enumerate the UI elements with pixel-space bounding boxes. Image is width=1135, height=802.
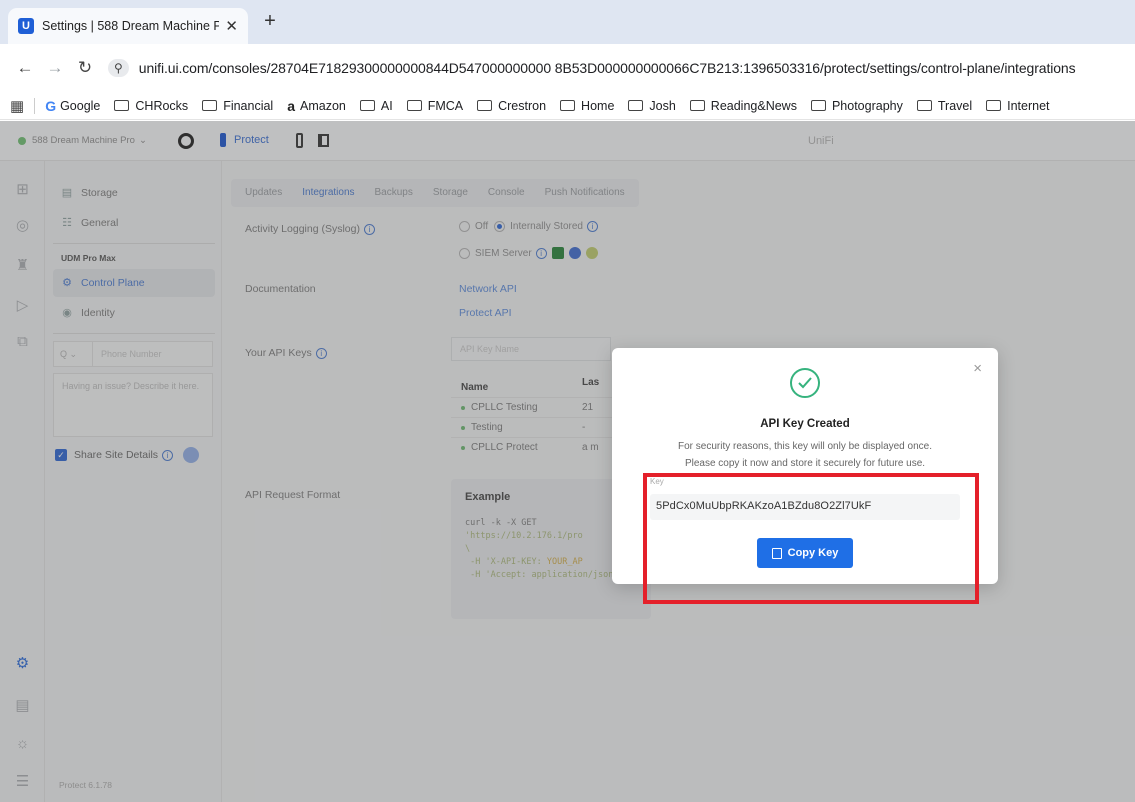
browser-tab[interactable]: U Settings | 588 Dream Machine P ✕ (8, 8, 248, 44)
bookmark-label: Crestron (498, 98, 547, 113)
tab-close-icon[interactable]: ✕ (225, 17, 238, 35)
bookmark-label: Reading&News (710, 98, 797, 113)
url-text: unifi.ui.com/consoles/28704E718293000000… (138, 60, 1076, 76)
folder-icon (916, 100, 932, 111)
bookmark-home[interactable]: Home (560, 99, 614, 113)
folder-icon (810, 100, 826, 111)
bookmark-label: Internet (1007, 98, 1050, 113)
folder-icon (114, 100, 130, 111)
new-tab-button[interactable]: + (258, 10, 282, 33)
bookmark-chrocks[interactable]: CHRocks (114, 99, 188, 113)
bookmark-label: Travel (937, 98, 973, 113)
forward-icon[interactable]: → (40, 58, 70, 78)
folder-icon (689, 100, 705, 111)
bookmark-label: FMCA (427, 98, 464, 113)
bookmark-josh[interactable]: Josh (628, 98, 676, 113)
bookmark-label: Amazon (300, 98, 346, 113)
dialog-title: API Key Created (760, 418, 850, 430)
bookmark-label: AI (380, 98, 393, 113)
bookmark-label: Google (60, 98, 101, 113)
site-settings-icon[interactable]: ⚲ (108, 59, 129, 77)
bookmark-financial[interactable]: Financial (202, 99, 273, 113)
annotation-highlight-box (643, 473, 979, 604)
bookmark-google[interactable]: G Google (45, 98, 100, 114)
description-line: For security reasons, this key will only… (677, 441, 932, 452)
apps-grid-icon[interactable]: ▦ (10, 97, 24, 115)
bookmark-reading-news[interactable]: Reading&News (689, 98, 797, 113)
amazon-icon: a (287, 97, 296, 114)
reload-icon[interactable]: ↻ (70, 58, 100, 78)
bookmark-label: Financial (223, 98, 274, 113)
tab-title: Settings | 588 Dream Machine P (42, 19, 220, 33)
bookmark-label: CHRocks (135, 98, 189, 113)
bookmark-label: Home (581, 98, 615, 113)
dialog-description: For security reasons, this key will only… (612, 438, 998, 472)
close-icon[interactable]: × (973, 360, 982, 377)
bookmark-photography[interactable]: Photography (810, 98, 903, 113)
folder-icon (628, 100, 644, 111)
folder-icon (477, 100, 493, 111)
bookmark-ai[interactable]: AI (359, 98, 393, 113)
folder-icon (986, 100, 1002, 111)
unifi-favicon-icon: U (18, 18, 34, 34)
folder-icon (202, 100, 218, 111)
bookmarks-bar: ▦ G Google CHRocks Financial a Amazon AI F… (0, 92, 1135, 120)
bookmark-crestron[interactable]: Crestron (477, 99, 546, 113)
bookmark-travel[interactable]: Travel (916, 98, 973, 113)
folder-icon (560, 100, 576, 111)
browser-tabbar: U Settings | 588 Dream Machine P ✕ + (0, 0, 1135, 44)
url-field[interactable]: ⚲ unifi.ui.com/consoles/28704E7182930000… (108, 52, 1135, 84)
folder-icon (406, 100, 422, 111)
folder-icon (359, 100, 375, 111)
bookmarks-separator (34, 97, 36, 114)
bookmark-label: Photography (831, 98, 903, 113)
bookmark-fmca[interactable]: FMCA (406, 98, 464, 113)
google-icon: G (45, 97, 57, 114)
bookmark-internet[interactable]: Internet (986, 98, 1050, 113)
back-icon[interactable]: ← (10, 58, 40, 78)
success-check-icon (790, 368, 820, 398)
bookmark-amazon[interactable]: a Amazon (287, 98, 346, 114)
bookmark-label: Josh (649, 98, 676, 113)
address-bar: ← → ↻ ⚲ unifi.ui.com/consoles/28704E7182… (0, 44, 1135, 92)
description-line: Please copy it now and store it securely… (684, 458, 926, 469)
